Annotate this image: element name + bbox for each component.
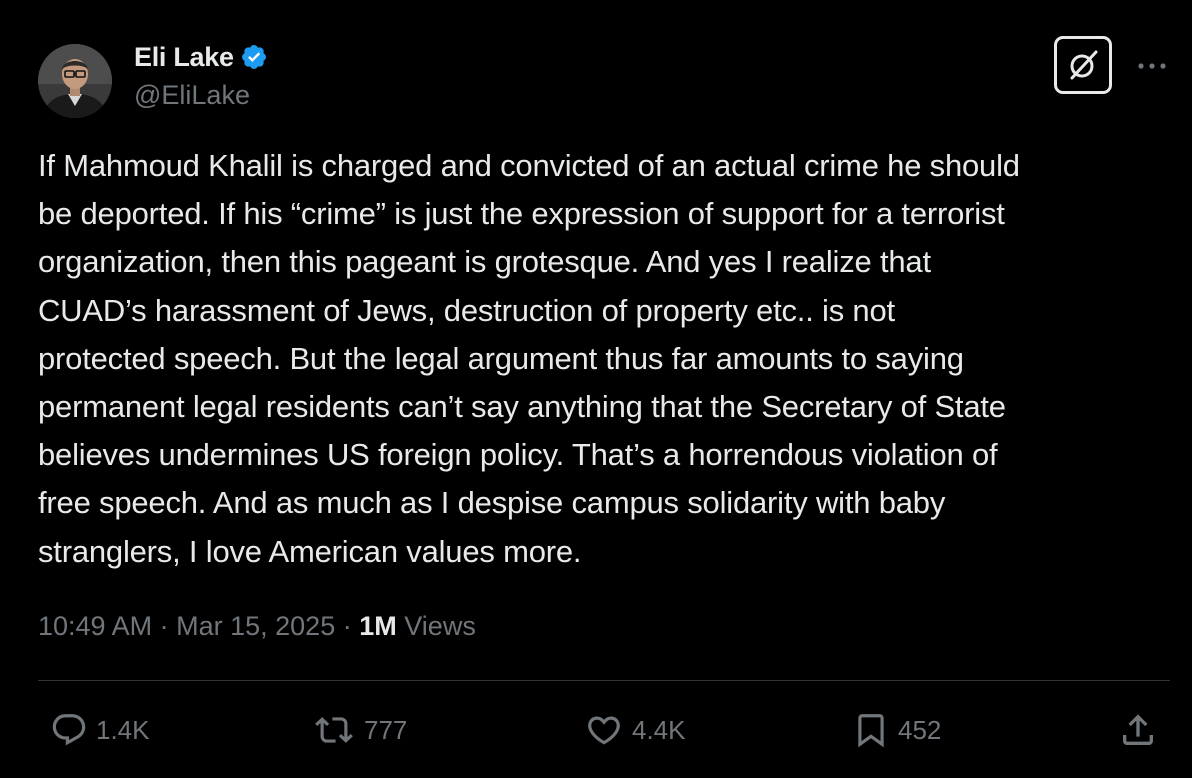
- verified-badge-icon[interactable]: [240, 43, 268, 71]
- bookmark-count: 452: [898, 714, 942, 745]
- heart-icon: [588, 716, 620, 745]
- reply-button[interactable]: 1.4K: [50, 704, 150, 756]
- repost-count: 777: [364, 714, 408, 745]
- meta-separator: ·: [342, 611, 352, 641]
- share-icon: [1123, 714, 1153, 745]
- share-button[interactable]: [1118, 704, 1158, 756]
- tweet-text-line: be deported. If his “crime” is just the …: [38, 196, 1005, 232]
- repost-button[interactable]: 777: [312, 704, 407, 756]
- reply-icon: [52, 714, 86, 746]
- more-options-button[interactable]: [1134, 52, 1170, 80]
- tweet-text-line: If Mahmoud Khalil is charged and convict…: [38, 148, 1020, 183]
- tweet-text-line: CUAD’s harassment of Jews, destruction o…: [38, 292, 895, 328]
- like-count: 4.4K: [632, 714, 686, 745]
- tweet-text-line: protected speech. But the legal argument…: [38, 340, 964, 376]
- tweet-date[interactable]: Mar 15, 2025: [176, 611, 335, 641]
- tweet-meta: 10:49 AM · Mar 15, 2025 · 1M Views: [38, 611, 476, 642]
- divider: [38, 680, 1170, 681]
- bookmark-icon: [858, 714, 884, 748]
- tweet-text-line: permanent legal residents can’t say anyt…: [38, 389, 1006, 425]
- avatar-image: [38, 44, 112, 118]
- author-name-row: Eli Lake: [134, 40, 268, 74]
- views-count[interactable]: 1M: [359, 611, 397, 641]
- action-bar: 1.4K 777 4.4K 452: [0, 704, 1192, 756]
- tweet-text-line: free speech. And as much as I despise ca…: [38, 485, 946, 521]
- views-label: Views: [404, 611, 476, 641]
- meta-separator: ·: [159, 611, 169, 641]
- tweet-time[interactable]: 10:49 AM: [38, 611, 152, 641]
- more-dots-icon: [1138, 63, 1166, 69]
- tweet-text-line: believes undermines US foreign policy. T…: [38, 437, 998, 473]
- grok-button[interactable]: [1054, 36, 1112, 94]
- tweet-text: If Mahmoud Khalil is charged and convict…: [38, 142, 1178, 576]
- tweet-text-line: stranglers, I love American values more.: [38, 533, 582, 569]
- tweet-card: Eli Lake @EliLake If Mahmoud Khalil is c…: [0, 0, 1192, 778]
- reply-count: 1.4K: [96, 714, 150, 745]
- tweet-text-line: organization, then this pageant is grote…: [38, 244, 931, 280]
- bookmark-button[interactable]: 452: [852, 704, 941, 756]
- avatar[interactable]: [38, 44, 112, 118]
- author-display-name[interactable]: Eli Lake: [134, 42, 234, 73]
- like-button[interactable]: 4.4K: [584, 704, 686, 756]
- repost-icon: [315, 717, 353, 743]
- grok-icon: [1070, 50, 1098, 80]
- author-handle[interactable]: @EliLake: [134, 80, 250, 111]
